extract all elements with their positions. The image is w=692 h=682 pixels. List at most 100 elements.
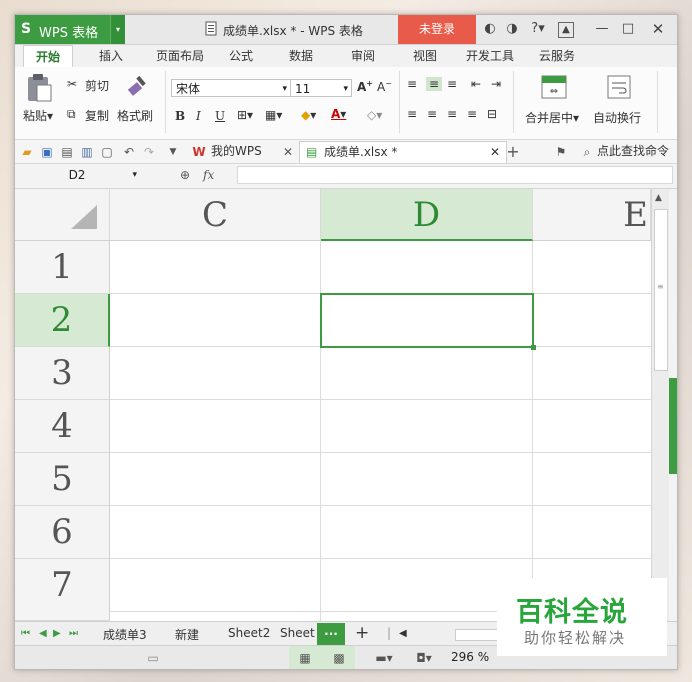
vertical-scrollbar[interactable]: ▲ ≡ xyxy=(651,189,669,621)
macro-record-icon[interactable]: ▭ xyxy=(145,650,161,666)
print-preview-icon[interactable]: ▢ xyxy=(99,144,115,160)
merge-center-button[interactable]: 合并居中▾ xyxy=(525,109,579,126)
align-middle-icon[interactable]: ≡ xyxy=(426,77,442,91)
clear-format-icon[interactable]: ◇▾ xyxy=(367,108,382,122)
close-icon[interactable]: ✕ xyxy=(280,144,296,160)
open-folder-icon[interactable]: ▰ xyxy=(19,144,35,160)
format-painter-button[interactable]: 格式刷 xyxy=(117,107,153,124)
paste-icon[interactable] xyxy=(25,73,53,103)
column-header-c[interactable]: C xyxy=(110,189,321,241)
merge-center-icon[interactable]: ⇔ xyxy=(541,75,567,99)
tab-document[interactable]: ▤ 成绩单.xlsx * ✕ xyxy=(299,141,507,163)
scroll-left-icon[interactable]: ◀ xyxy=(399,628,407,639)
row-header-7[interactable]: 7 xyxy=(15,559,110,621)
align-bottom-icon[interactable]: ≡ xyxy=(447,77,457,91)
maximize-icon[interactable]: □ xyxy=(619,20,637,38)
scissors-icon[interactable]: ✂ xyxy=(67,77,77,91)
align-center-icon[interactable]: ≡ xyxy=(427,107,437,121)
tab-developer[interactable]: 开发工具 xyxy=(458,45,522,67)
redo-icon[interactable]: ↷ xyxy=(141,144,157,160)
search-icon[interactable]: ⌕ xyxy=(579,144,595,160)
zoom-search-icon[interactable]: ⊕ xyxy=(177,167,193,183)
auto-wrap-button[interactable]: 自动换行 xyxy=(593,109,641,126)
more-sheets-button[interactable]: ··· xyxy=(317,623,345,645)
wrap-text-icon[interactable] xyxy=(607,75,631,99)
pin-icon[interactable]: ⚑ xyxy=(553,144,569,160)
normal-view-icon[interactable]: ▦ xyxy=(297,650,313,666)
font-size-select[interactable]: 11 ▾ xyxy=(290,79,352,97)
zoom-level[interactable]: 296 % xyxy=(451,650,489,664)
scrollbar-thumb[interactable]: ≡ xyxy=(654,209,668,371)
decrease-font-icon[interactable]: A− xyxy=(377,79,392,94)
row-header-1[interactable]: 1 xyxy=(15,241,110,294)
help-button[interactable]: ?▾ xyxy=(527,20,549,38)
scroll-up-icon[interactable]: ▲ xyxy=(655,193,662,203)
tab-formula[interactable]: 公式 xyxy=(219,45,263,67)
tab-data[interactable]: 数据 xyxy=(279,45,323,67)
borders-icon[interactable]: ⊞▾ xyxy=(237,108,253,122)
format-painter-icon[interactable] xyxy=(125,73,149,97)
justify-icon[interactable]: ≡ xyxy=(467,107,477,121)
align-right-icon[interactable]: ≡ xyxy=(447,107,457,121)
increase-font-icon[interactable]: A+ xyxy=(357,79,373,94)
column-header-d[interactable]: D xyxy=(321,189,533,241)
tab-home[interactable]: 开始 xyxy=(23,45,73,68)
close-icon[interactable]: ✕ xyxy=(649,20,667,38)
tab-view[interactable]: 视图 xyxy=(403,45,447,67)
bold-button[interactable]: B xyxy=(175,109,185,123)
fill-handle[interactable] xyxy=(531,345,536,350)
paste-button[interactable]: 粘贴▾ xyxy=(23,107,53,124)
first-sheet-icon[interactable]: ⏮ xyxy=(21,628,30,639)
copy-icon[interactable]: ⧉ xyxy=(67,107,76,122)
row-header-5[interactable]: 5 xyxy=(15,453,110,506)
eye-protect-icon[interactable]: ◘▾ xyxy=(411,650,437,666)
selected-cell-d2[interactable] xyxy=(320,293,536,350)
italic-button[interactable]: I xyxy=(196,109,201,123)
sheet-tab[interactable]: 成绩单3 xyxy=(103,626,147,643)
font-color-icon[interactable]: A▾ xyxy=(331,107,346,121)
save-icon[interactable]: ▣ xyxy=(39,144,55,160)
undo-icon[interactable]: ↶ xyxy=(121,144,137,160)
tab-my-wps[interactable]: 我的WPS xyxy=(211,141,262,162)
login-button[interactable]: 未登录 xyxy=(398,15,476,44)
sheet-tab[interactable]: Sheet2 xyxy=(228,626,270,640)
side-panel-handle[interactable] xyxy=(669,378,677,474)
minimize-icon[interactable]: — xyxy=(593,20,611,38)
restore-ribbon-icon[interactable]: ▲ xyxy=(558,22,574,38)
last-sheet-icon[interactable]: ⏭ xyxy=(69,628,78,639)
print-icon[interactable]: ▥ xyxy=(79,144,95,160)
name-box[interactable]: D2 ▾ xyxy=(15,166,139,184)
underline-button[interactable]: U xyxy=(215,109,225,123)
page-break-view-icon[interactable]: ▩ xyxy=(331,650,347,666)
tab-cloud[interactable]: 云服务 xyxy=(530,45,584,67)
next-sheet-icon[interactable]: ▶ xyxy=(53,628,61,639)
row-header-4[interactable]: 4 xyxy=(15,400,110,453)
search-command[interactable]: 点此查找命令 xyxy=(597,141,669,162)
skin-icon[interactable]: ◐ xyxy=(481,20,499,38)
row-header-3[interactable]: 3 xyxy=(15,347,110,400)
add-sheet-button[interactable]: + xyxy=(355,623,369,643)
cut-button[interactable]: 剪切 xyxy=(85,77,109,94)
close-icon[interactable]: ✕ xyxy=(490,142,500,163)
fx-button[interactable]: fx xyxy=(203,168,214,182)
indent-increase-icon[interactable]: ⇥ xyxy=(491,77,501,91)
chevron-down-icon[interactable]: ▼ xyxy=(165,144,181,160)
distribute-icon[interactable]: ⊟ xyxy=(487,107,497,121)
sheet-tab[interactable]: 新建 xyxy=(175,626,199,643)
tab-page-layout[interactable]: 页面布局 xyxy=(145,45,215,67)
cell-style-icon[interactable]: ▦▾ xyxy=(265,108,282,122)
output-pdf-icon[interactable]: ▤ xyxy=(59,144,75,160)
indent-decrease-icon[interactable]: ⇤ xyxy=(471,77,481,91)
row-header-6[interactable]: 6 xyxy=(15,506,110,559)
fill-color-icon[interactable]: ◆▾ xyxy=(301,108,316,122)
select-all-corner[interactable] xyxy=(15,189,110,241)
tab-review[interactable]: 审阅 xyxy=(341,45,385,67)
tab-insert[interactable]: 插入 xyxy=(87,45,135,67)
sheet-tab[interactable]: Sheet xyxy=(280,626,315,640)
new-tab-icon[interactable]: + xyxy=(505,144,521,160)
wps-menu-button[interactable]: S WPS 表格 ▾ xyxy=(15,15,125,44)
copy-button[interactable]: 复制 xyxy=(85,107,109,124)
formula-input[interactable] xyxy=(237,166,673,184)
share-icon[interactable]: ◑ xyxy=(503,20,521,38)
row-header-2[interactable]: 2 xyxy=(15,294,110,347)
